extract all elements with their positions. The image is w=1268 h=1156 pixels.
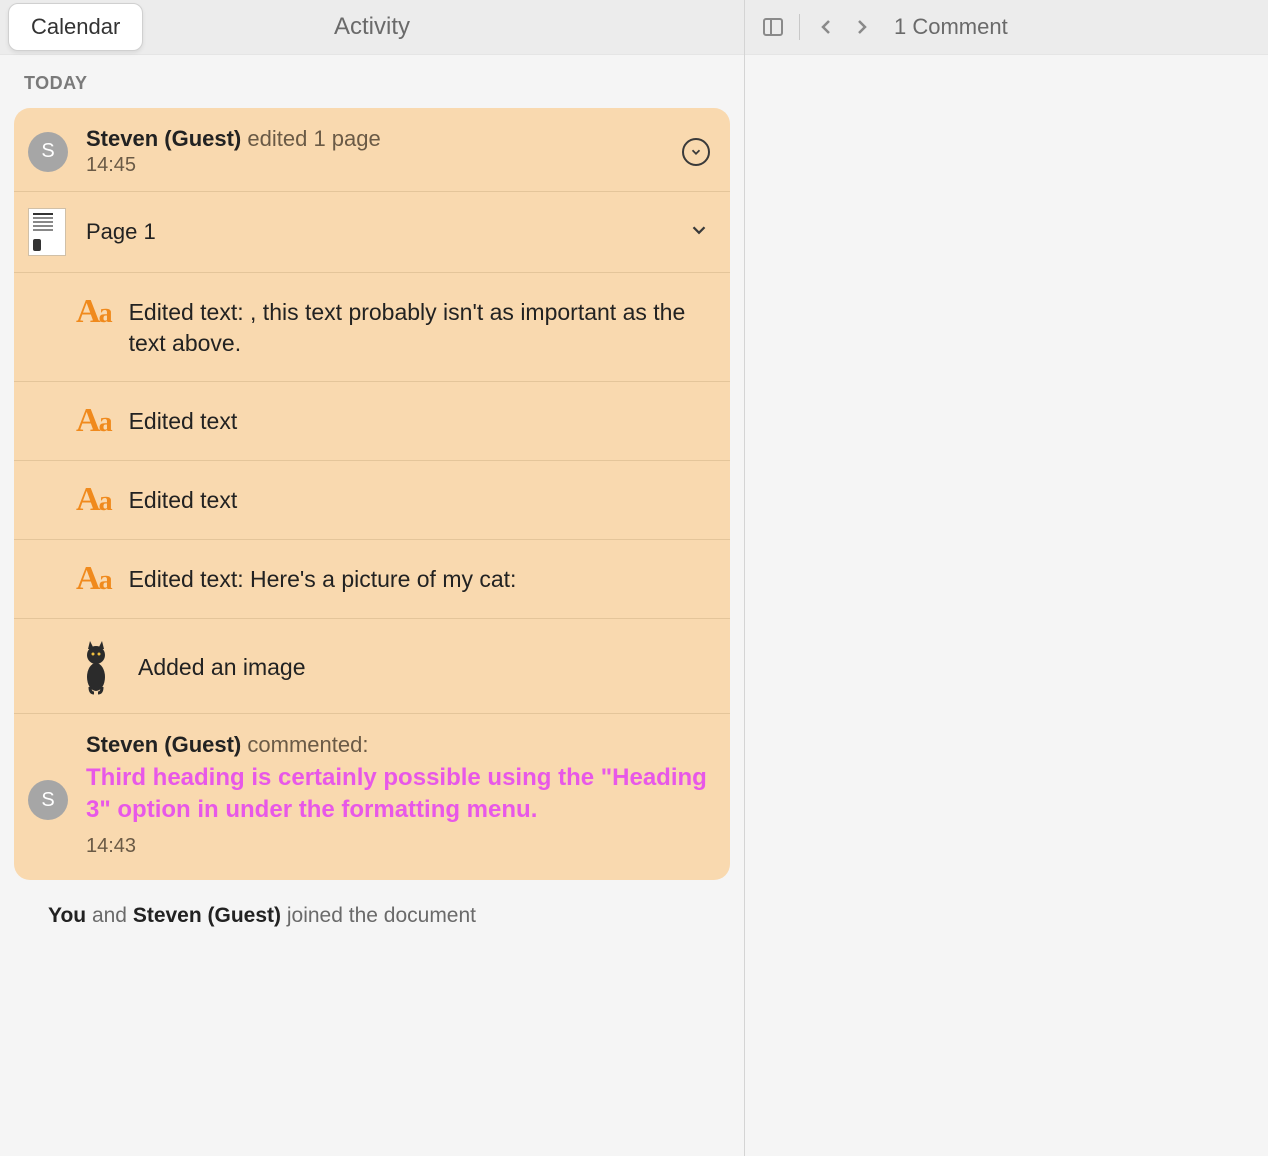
chevron-down-icon	[688, 219, 710, 241]
collapse-button[interactable]	[682, 138, 710, 166]
right-toolbar: 1 Comment	[745, 0, 1268, 55]
activity-time: 14:45	[86, 154, 682, 177]
change-text: Edited text: Here's a picture of my cat:	[129, 562, 517, 595]
section-today: TODAY	[0, 55, 744, 108]
joined-other: Steven (Guest)	[133, 904, 281, 927]
activity-panel: Calendar Activity TODAY S Steven (Guest)…	[0, 0, 745, 1156]
avatar: S	[28, 780, 68, 820]
text-edit-icon: Aa	[76, 404, 111, 438]
tab-calendar[interactable]: Calendar	[8, 3, 143, 51]
text-edit-icon: Aa	[76, 562, 111, 596]
panel-icon	[761, 15, 785, 39]
comment-author: Steven (Guest)	[86, 732, 241, 757]
chevron-left-icon	[814, 15, 838, 39]
next-comment-button[interactable]	[848, 13, 876, 41]
text-edit-icon: Aa	[76, 483, 111, 517]
activity-header[interactable]: S Steven (Guest) edited 1 page 14:45	[14, 108, 730, 192]
change-text: Edited text	[129, 483, 238, 516]
change-row[interactable]: Aa Edited text	[14, 461, 730, 540]
comment-said: commented:	[247, 732, 368, 757]
avatar: S	[28, 132, 68, 172]
comment-count: 1 Comment	[894, 14, 1008, 40]
activity-author: Steven (Guest)	[86, 126, 241, 151]
page-label: Page 1	[86, 219, 688, 245]
activity-action: edited 1 page	[247, 126, 380, 151]
sidebar-toggle-button[interactable]	[759, 13, 787, 41]
page-expand[interactable]	[688, 219, 710, 246]
tab-bar: Calendar Activity	[0, 0, 744, 55]
tab-activity[interactable]: Activity	[334, 13, 410, 41]
change-row[interactable]: Aa Edited text: Here's a picture of my c…	[14, 540, 730, 619]
joined-rest: joined the document	[281, 904, 476, 927]
change-text: Edited text: , this text probably isn't …	[129, 295, 710, 359]
page-thumbnail	[28, 208, 66, 256]
change-row[interactable]: Aa Edited text: , this text probably isn…	[14, 273, 730, 382]
activity-card: S Steven (Guest) edited 1 page 14:45 Pag…	[14, 108, 730, 880]
chevron-right-icon	[850, 15, 874, 39]
comment-time: 14:43	[86, 835, 710, 858]
cat-image-icon	[76, 637, 116, 695]
comment-block[interactable]: S Steven (Guest) commented: Third headin…	[14, 714, 730, 880]
change-text: Edited text	[129, 404, 238, 437]
joined-you: You	[48, 904, 86, 927]
image-added-text: Added an image	[138, 650, 306, 683]
comments-panel: 1 Comment	[745, 0, 1268, 1156]
prev-comment-button[interactable]	[812, 13, 840, 41]
change-row[interactable]: Aa Edited text	[14, 382, 730, 461]
image-added-row[interactable]: Added an image	[14, 619, 730, 714]
chevron-down-circle-icon	[689, 145, 703, 159]
joined-row: You and Steven (Guest) joined the docume…	[0, 880, 744, 948]
text-edit-icon: Aa	[76, 295, 111, 329]
divider	[799, 14, 800, 40]
comment-text: Third heading is certainly possible usin…	[86, 762, 710, 827]
page-row[interactable]: Page 1	[14, 192, 730, 273]
